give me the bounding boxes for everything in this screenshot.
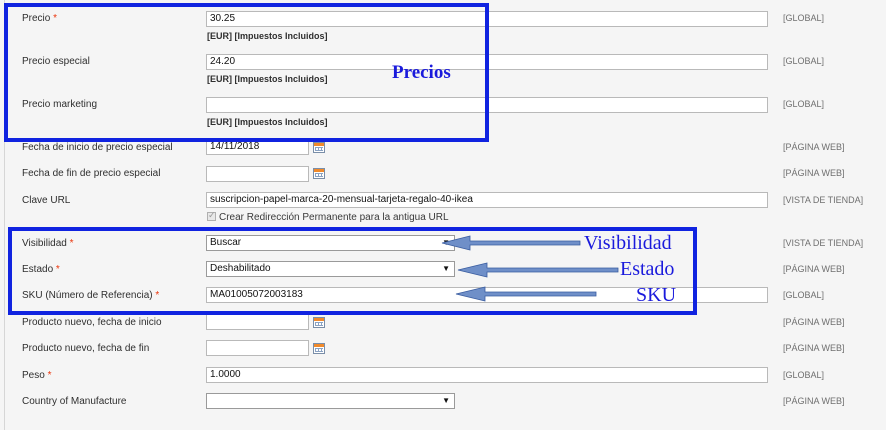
- estado-arrow: [457, 262, 619, 278]
- annotation-arrows: [441, 235, 619, 302]
- visibilidad-arrow: [441, 235, 581, 251]
- sku-arrow: [455, 286, 597, 302]
